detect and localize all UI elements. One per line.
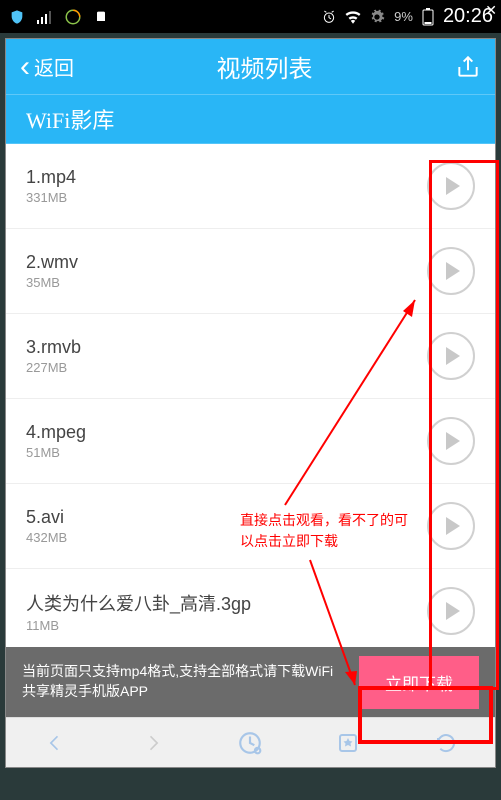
chevron-left-icon: ‹ bbox=[20, 52, 30, 82]
nav-bookmark[interactable] bbox=[333, 728, 363, 758]
list-item[interactable]: 3.rmvb 227MB bbox=[6, 314, 495, 399]
video-size: 35MB bbox=[26, 275, 78, 290]
video-size: 227MB bbox=[26, 360, 81, 375]
video-name: 2.wmv bbox=[26, 252, 78, 273]
battery-pct: 9% bbox=[394, 9, 413, 24]
list-item[interactable]: 2.wmv 35MB bbox=[6, 229, 495, 314]
list-item[interactable]: 4.mpeg 51MB bbox=[6, 399, 495, 484]
list-item[interactable]: 人类为什么爱八卦_高清.3gp 11MB bbox=[6, 569, 495, 654]
share-button[interactable] bbox=[455, 54, 481, 80]
list-item[interactable]: 1.mp4 331MB bbox=[6, 144, 495, 229]
play-icon bbox=[446, 177, 460, 195]
download-button[interactable]: 立即下载 bbox=[359, 656, 479, 709]
swirl-icon bbox=[64, 8, 82, 26]
signal-icon bbox=[36, 8, 54, 26]
nav-back[interactable] bbox=[40, 728, 70, 758]
status-bar: 9% 20:26 bbox=[0, 0, 501, 33]
video-name: 人类为什么爱八卦_高清.3gp bbox=[26, 590, 251, 616]
close-icon[interactable]: ✕ bbox=[485, 2, 497, 19]
play-icon bbox=[446, 262, 460, 280]
play-icon bbox=[446, 432, 460, 450]
play-icon bbox=[446, 602, 460, 620]
nav-home[interactable] bbox=[235, 728, 265, 758]
video-size: 432MB bbox=[26, 530, 67, 545]
back-button[interactable]: ‹ 返回 bbox=[20, 52, 74, 82]
shield-icon bbox=[8, 8, 26, 26]
play-button[interactable] bbox=[427, 417, 475, 465]
video-name: 1.mp4 bbox=[26, 167, 76, 188]
back-label: 返回 bbox=[34, 52, 74, 81]
play-button[interactable] bbox=[427, 162, 475, 210]
list-item[interactable]: 5.avi 432MB bbox=[6, 484, 495, 569]
app-frame: ‹ 返回 视频列表 WiFi影库 1.mp4 331MB 2.wmv 35MB bbox=[5, 38, 496, 768]
video-size: 11MB bbox=[26, 618, 251, 633]
play-icon bbox=[446, 347, 460, 365]
page-title: 视频列表 bbox=[217, 49, 313, 84]
nav-refresh[interactable] bbox=[431, 728, 461, 758]
section-title: WiFi影库 bbox=[6, 94, 495, 144]
video-name: 4.mpeg bbox=[26, 422, 86, 443]
nav-forward[interactable] bbox=[138, 728, 168, 758]
video-size: 51MB bbox=[26, 445, 86, 460]
gear-icon bbox=[368, 8, 386, 26]
wifi-icon bbox=[344, 8, 362, 26]
play-button[interactable] bbox=[427, 247, 475, 295]
app-header: ‹ 返回 视频列表 bbox=[6, 39, 495, 94]
video-name: 5.avi bbox=[26, 507, 67, 528]
play-button[interactable] bbox=[427, 587, 475, 635]
alarm-icon bbox=[320, 8, 338, 26]
android-icon bbox=[92, 8, 110, 26]
video-size: 331MB bbox=[26, 190, 76, 205]
footer-text: 当前页面只支持mp4格式,支持全部格式请下载WiFi共享精灵手机版APP bbox=[22, 662, 345, 701]
video-name: 3.rmvb bbox=[26, 337, 81, 358]
battery-icon bbox=[419, 8, 437, 26]
footer-bar: 当前页面只支持mp4格式,支持全部格式请下载WiFi共享精灵手机版APP 立即下… bbox=[6, 647, 495, 717]
play-button[interactable] bbox=[427, 332, 475, 380]
bottom-nav bbox=[6, 717, 495, 767]
play-icon bbox=[446, 517, 460, 535]
video-list[interactable]: 1.mp4 331MB 2.wmv 35MB 3.rmvb 227MB 4.mp… bbox=[6, 144, 495, 682]
play-button[interactable] bbox=[427, 502, 475, 550]
